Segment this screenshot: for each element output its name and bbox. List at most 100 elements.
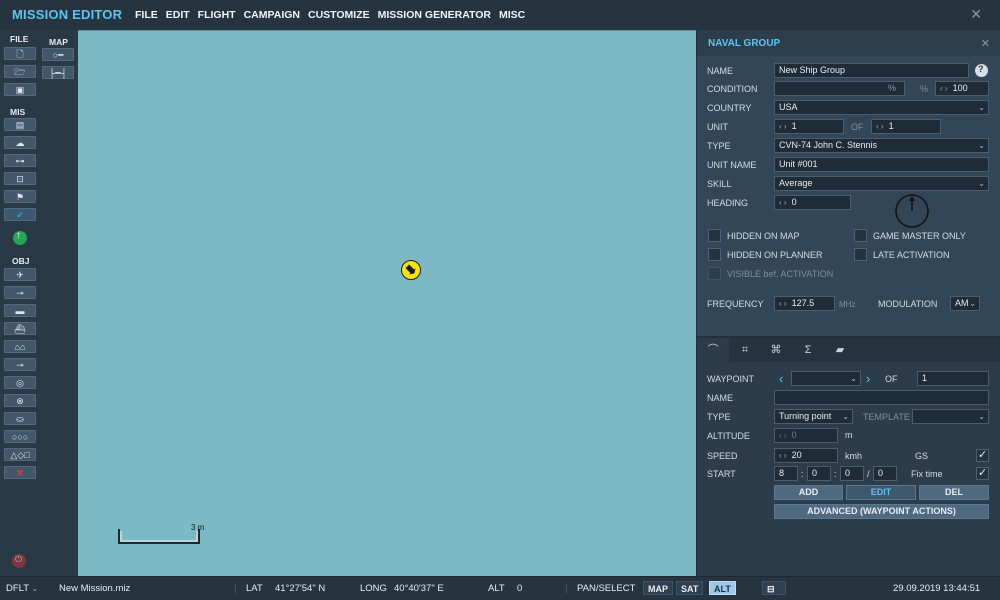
map-view[interactable]: 3 m [78, 30, 696, 576]
condition-slider[interactable]: % [774, 81, 905, 96]
advanced-waypoint-actions-button[interactable]: ADVANCED (WAYPOINT ACTIONS) [774, 504, 989, 519]
add-ground-unit-button[interactable]: ▬ [4, 304, 36, 317]
power-icon[interactable]: ⏻ [12, 554, 26, 568]
speed-stepper[interactable]: ‹ › 20 [774, 448, 838, 463]
menu-file[interactable]: FILE [135, 9, 158, 21]
add-group-button[interactable]: ○○○ [4, 430, 36, 443]
waypoint-type-select[interactable]: Turning point ⌄ [774, 409, 853, 424]
add-shapes-button[interactable]: △◇□ [4, 448, 36, 461]
delete-waypoint-button[interactable]: DEL [919, 485, 989, 500]
heading-dial-icon[interactable] [894, 193, 930, 229]
country-value: USA [779, 102, 798, 112]
visible-before-activation-checkbox[interactable] [708, 267, 721, 280]
add-ship-button[interactable]: ⛴ [4, 322, 36, 335]
waypoint-next-icon[interactable]: › [866, 371, 870, 386]
status-bar: DFLT ⌄ New Mission.miz | LAT 41°27'54" N… [0, 576, 1000, 600]
menu-mission-generator[interactable]: MISSION GENERATOR [378, 9, 491, 21]
country-select[interactable]: USA ⌄ [774, 100, 989, 115]
naval-group-marker-icon[interactable] [401, 260, 421, 280]
summary-tab[interactable]: Σ [792, 338, 824, 362]
waypoint-select[interactable]: ⌄ [791, 371, 861, 386]
late-activation-checkbox[interactable] [854, 248, 867, 261]
waypoint-name-field[interactable] [774, 390, 989, 405]
route-icon: ⌒ [707, 344, 719, 356]
modulation-select[interactable]: AM ⌄ [950, 296, 980, 311]
start-label: START [707, 469, 736, 479]
fix-time-checkbox[interactable] [976, 466, 989, 480]
late-activation-label: LATE ACTIVATION [873, 250, 950, 260]
add-navpoint-button[interactable]: ⊗ [4, 394, 36, 407]
start-minute-field[interactable]: 0 [840, 466, 864, 481]
gs-checkbox[interactable] [976, 448, 989, 462]
check-mission-button[interactable]: ✓ [4, 208, 36, 221]
waypoint-total-field: 1 [917, 371, 989, 386]
map-measure-button[interactable]: ○━ [42, 48, 74, 61]
hidden-on-map-checkbox[interactable] [708, 229, 721, 242]
edit-waypoint-button[interactable]: EDIT [846, 485, 916, 500]
unit-total-stepper[interactable]: ‹ › 1 [871, 119, 941, 134]
pan-select-mode[interactable]: PAN/SELECT [577, 583, 635, 594]
add-zone-button[interactable]: ◎ [4, 376, 36, 389]
save-mission-button[interactable]: ▣ [4, 83, 36, 96]
menu-customize[interactable]: CUSTOMIZE [308, 9, 370, 21]
vehicle-tab[interactable]: ▰ [824, 338, 856, 362]
delete-object-button[interactable]: ✕ [4, 466, 36, 479]
sat-view-button[interactable]: SAT [676, 581, 704, 595]
waypoint-prev-icon[interactable]: ‹ [779, 371, 783, 386]
add-trigger-button[interactable]: ⊸ [4, 358, 36, 371]
menu-campaign[interactable]: CAMPAIGN [244, 9, 300, 21]
close-icon[interactable]: ✕ [981, 37, 990, 50]
chevron-down-icon: ⌄ [978, 103, 985, 112]
hidden-on-planner-checkbox[interactable] [708, 248, 721, 261]
waypoint-tabs: ⌒ ⌗ ⌘ Σ ▰ [697, 338, 1000, 362]
close-icon[interactable]: ✕ [970, 6, 982, 23]
add-bullseye-button[interactable]: ⛀ [4, 412, 36, 425]
briefing-button[interactable]: ▤ [4, 118, 36, 131]
folder-icon: 🗁 [14, 67, 26, 77]
waypoint-type-label: TYPE [707, 412, 731, 422]
altitude-stepper[interactable]: ‹ › 0 [774, 428, 838, 443]
frequency-stepper[interactable]: ‹ › 127.5 [774, 296, 835, 311]
long-label: LONG [360, 583, 387, 594]
unit-stepper[interactable]: ‹ › 1 [774, 119, 844, 134]
add-plane-button[interactable]: ✈ [4, 268, 36, 281]
map-distance-button[interactable]: ├━┤ [42, 66, 74, 79]
unit-name-field[interactable]: Unit #001 [774, 157, 989, 172]
menu-misc[interactable]: MISC [499, 9, 525, 21]
delete-x-icon: ✕ [16, 468, 24, 478]
start-hour-field[interactable]: 0 [807, 466, 831, 481]
template-select[interactable]: ⌄ [912, 409, 989, 424]
alt-view-button[interactable]: ALT [709, 581, 736, 595]
menu-flight[interactable]: FLIGHT [198, 9, 236, 21]
goals-button[interactable]: ⚑ [4, 190, 36, 203]
add-static-button[interactable]: ⌂⌂ [4, 340, 36, 353]
skill-label: SKILL [707, 179, 732, 189]
new-mission-button[interactable]: 🗋 [4, 47, 36, 60]
map-view-button[interactable]: MAP [643, 581, 673, 595]
help-icon[interactable]: ? [975, 64, 988, 77]
weather-button[interactable]: ☁ [4, 136, 36, 149]
add-helicopter-button[interactable]: ⊸ [4, 286, 36, 299]
heading-stepper[interactable]: ‹ › 0 [774, 195, 851, 210]
up-arrow-icon[interactable]: ↑ [13, 230, 27, 245]
menu-edit[interactable]: EDIT [166, 9, 190, 21]
game-master-only-checkbox[interactable] [854, 229, 867, 242]
route-icon: ⊶ [15, 156, 25, 166]
start-day-field[interactable]: 8 [774, 466, 798, 481]
route-tab[interactable]: ⌒ [697, 338, 729, 362]
waypoint-name-label: NAME [707, 393, 734, 403]
add-waypoint-button[interactable]: ADD [774, 485, 843, 500]
start-second-field[interactable]: 0 [873, 466, 897, 481]
unit-of-label: OF [851, 122, 864, 132]
targets-tab[interactable]: ⌗ [729, 338, 761, 362]
skill-select[interactable]: Average ⌄ [774, 176, 989, 191]
type-select[interactable]: CVN-74 John C. Stennis ⌄ [774, 138, 989, 153]
filter-units-button[interactable]: ⊟ [762, 581, 786, 595]
open-mission-button[interactable]: 🗁 [4, 65, 36, 78]
profile-select[interactable]: DFLT ⌄ [6, 583, 38, 594]
trigger-zone-button[interactable]: ⊡ [4, 172, 36, 185]
actions-tab[interactable]: ⌘ [760, 338, 792, 362]
condition-stepper[interactable]: ‹ › 100 [935, 81, 989, 96]
route-button[interactable]: ⊶ [4, 154, 36, 167]
group-name-field[interactable]: New Ship Group [774, 63, 969, 78]
